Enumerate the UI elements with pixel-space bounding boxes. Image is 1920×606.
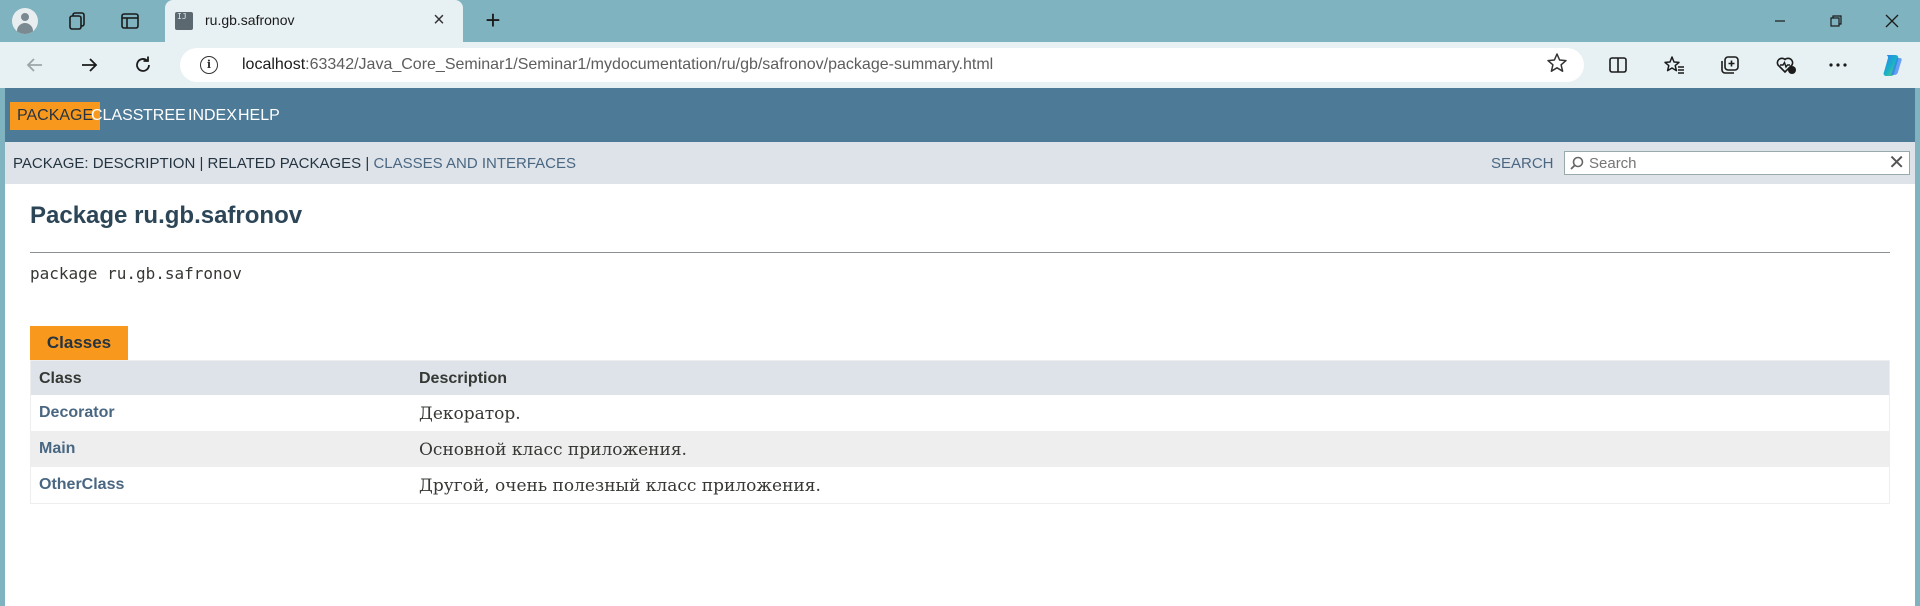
class-description: Декоратор. (419, 404, 521, 424)
collections-icon[interactable] (1714, 50, 1746, 80)
title-bar: IJ ru.gb.safronov × + (0, 0, 1920, 42)
table-row: Main Основной класс приложения. (31, 431, 1889, 467)
split-screen-icon[interactable] (1602, 50, 1634, 80)
classes-caption-tab[interactable]: Classes (30, 326, 128, 360)
table-header-row: Class Description (31, 361, 1889, 395)
page-viewport: PACKAGE CLASS TREE INDEX HELP PACKAGE: D… (5, 88, 1915, 606)
class-link-otherclass[interactable]: OtherClass (39, 476, 124, 494)
address-bar-row: i localhost:63342/Java_Core_Seminar1/Sem… (0, 42, 1920, 88)
table-row: Decorator Декоратор. (31, 395, 1889, 431)
package-declaration: package ru.gb.safronov (30, 264, 242, 283)
favorites-icon[interactable] (1658, 50, 1690, 80)
table-row: OtherClass Другой, очень полезный класс … (31, 467, 1889, 503)
column-header-class: Class (39, 370, 82, 387)
window-close-icon[interactable] (1864, 0, 1920, 42)
close-icon[interactable]: × (429, 10, 449, 30)
sub-nav-links: PACKAGE: DESCRIPTION | RELATED PACKAGES … (13, 155, 576, 172)
url-host: localhost (242, 56, 306, 73)
sub-nav-separator: | (199, 155, 204, 172)
page-title: Package ru.gb.safronov (30, 202, 303, 229)
search-icon (1570, 156, 1584, 170)
sub-nav-description: DESCRIPTION (92, 155, 196, 172)
nav-help[interactable]: HELP (238, 102, 280, 130)
column-header-description: Description (419, 370, 508, 387)
browser-tab[interactable]: IJ ru.gb.safronov × (165, 0, 463, 42)
intellij-favicon-icon: IJ (175, 12, 193, 30)
minimize-icon[interactable] (1752, 0, 1808, 42)
title-divider (30, 252, 1890, 253)
class-description: Основной класс приложения. (419, 440, 687, 460)
javadoc-sub-nav: PACKAGE: DESCRIPTION | RELATED PACKAGES … (5, 142, 1915, 184)
nav-class[interactable]: CLASS (91, 102, 143, 130)
avatar-icon[interactable] (10, 6, 40, 36)
new-tab-icon[interactable]: + (478, 6, 508, 36)
reload-icon[interactable] (127, 50, 159, 80)
tab-actions-icon[interactable] (115, 6, 145, 36)
sub-nav-prefix: PACKAGE: (13, 155, 89, 172)
class-link-decorator[interactable]: Decorator (39, 404, 115, 422)
classes-table: Class Description Decorator Декоратор. M… (30, 360, 1890, 504)
sub-nav-classes-link[interactable]: CLASSES AND INTERFACES (373, 155, 576, 172)
favorite-star-icon[interactable] (1546, 52, 1568, 80)
copilot-icon[interactable] (1876, 50, 1908, 80)
class-link-main[interactable]: Main (39, 440, 75, 458)
nav-index[interactable]: INDEX (188, 102, 237, 130)
url-text[interactable]: localhost:63342/Java_Core_Seminar1/Semin… (242, 56, 993, 74)
maximize-icon[interactable] (1808, 0, 1864, 42)
javadoc-top-nav: PACKAGE CLASS TREE INDEX HELP (5, 88, 1915, 142)
workspaces-icon[interactable] (62, 6, 92, 36)
more-icon[interactable] (1822, 50, 1854, 80)
nav-tree[interactable]: TREE (143, 102, 186, 130)
search-label: SEARCH (1491, 155, 1554, 172)
sub-nav-separator: | (365, 155, 370, 172)
class-description: Другой, очень полезный класс приложения. (419, 476, 821, 496)
forward-icon[interactable] (73, 50, 105, 80)
search-input[interactable] (1589, 153, 1879, 173)
sub-nav-related-packages: RELATED PACKAGES (207, 155, 362, 172)
nav-package[interactable]: PACKAGE (10, 102, 101, 130)
address-bar[interactable]: i localhost:63342/Java_Core_Seminar1/Sem… (180, 48, 1584, 82)
search-box[interactable]: ✕ (1564, 151, 1910, 175)
url-path: :63342/Java_Core_Seminar1/Seminar1/mydoc… (305, 56, 994, 73)
browser-essentials-icon[interactable] (1770, 50, 1802, 80)
back-icon[interactable] (19, 50, 51, 80)
info-icon[interactable]: i (200, 56, 218, 74)
tab-title: ru.gb.safronov (205, 12, 295, 28)
clear-icon[interactable]: ✕ (1888, 152, 1905, 174)
